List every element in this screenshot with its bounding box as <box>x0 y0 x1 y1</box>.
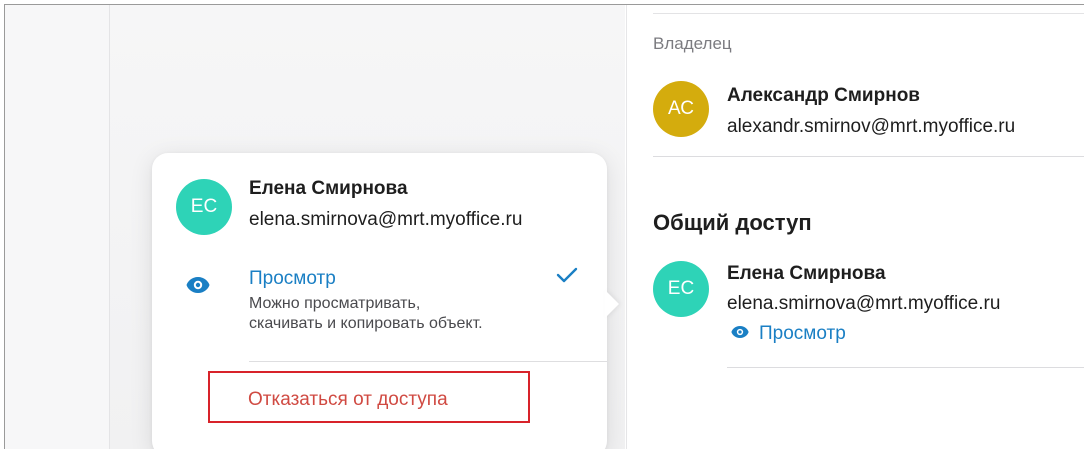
permission-option-view[interactable]: Просмотр Можно просматривать, скачивать … <box>176 266 586 336</box>
left-sidebar <box>5 5 110 449</box>
option-description-line: Можно просматривать, <box>249 295 421 312</box>
popover-user-avatar: ЕС <box>176 179 232 235</box>
option-description-line: скачивать и копировать объект. <box>249 315 483 332</box>
shared-user-name[interactable]: Елена Смирнова <box>727 263 886 285</box>
shared-user-email: elena.smirnova@mrt.myoffice.ru <box>727 293 1001 314</box>
owner-label: Владелец <box>653 34 732 53</box>
option-title: Просмотр <box>249 268 336 289</box>
access-popover: ЕС Елена Смирнова elena.smirnova@mrt.myo… <box>152 153 607 449</box>
popover-user-email: elena.smirnova@mrt.myoffice.ru <box>249 209 523 230</box>
popover-arrow <box>605 290 619 318</box>
divider <box>653 156 1084 157</box>
eye-icon <box>731 325 749 344</box>
shared-access-title: Общий доступ <box>653 210 812 235</box>
eye-icon <box>186 276 210 299</box>
shared-user-permission[interactable]: Просмотр <box>731 323 846 345</box>
popover-user-avatar-initials: ЕС <box>190 196 218 217</box>
option-description: Можно просматривать, скачивать и копиров… <box>249 294 483 334</box>
checkmark-icon <box>556 266 578 289</box>
owner-avatar-initials: АС <box>668 98 694 119</box>
app-window: Владелец АС Александр Смирнов alexandr.s… <box>4 4 1084 449</box>
permission-label: Просмотр <box>759 323 846 344</box>
owner-email: alexandr.smirnov@mrt.myoffice.ru <box>727 116 1016 137</box>
popover-user-name: Елена Смирнова <box>249 178 408 199</box>
owner-name: Александр Смирнов <box>727 85 920 106</box>
divider <box>249 361 607 362</box>
divider <box>727 367 1084 368</box>
revoke-access-button[interactable]: Отказаться от доступа <box>248 389 448 411</box>
divider <box>653 13 1084 14</box>
access-panel: Владелец АС Александр Смирнов alexandr.s… <box>626 5 1084 449</box>
shared-user-avatar-initials: ЕС <box>667 278 695 299</box>
owner-avatar: АС <box>653 81 709 137</box>
shared-user-avatar: ЕС <box>653 261 709 317</box>
